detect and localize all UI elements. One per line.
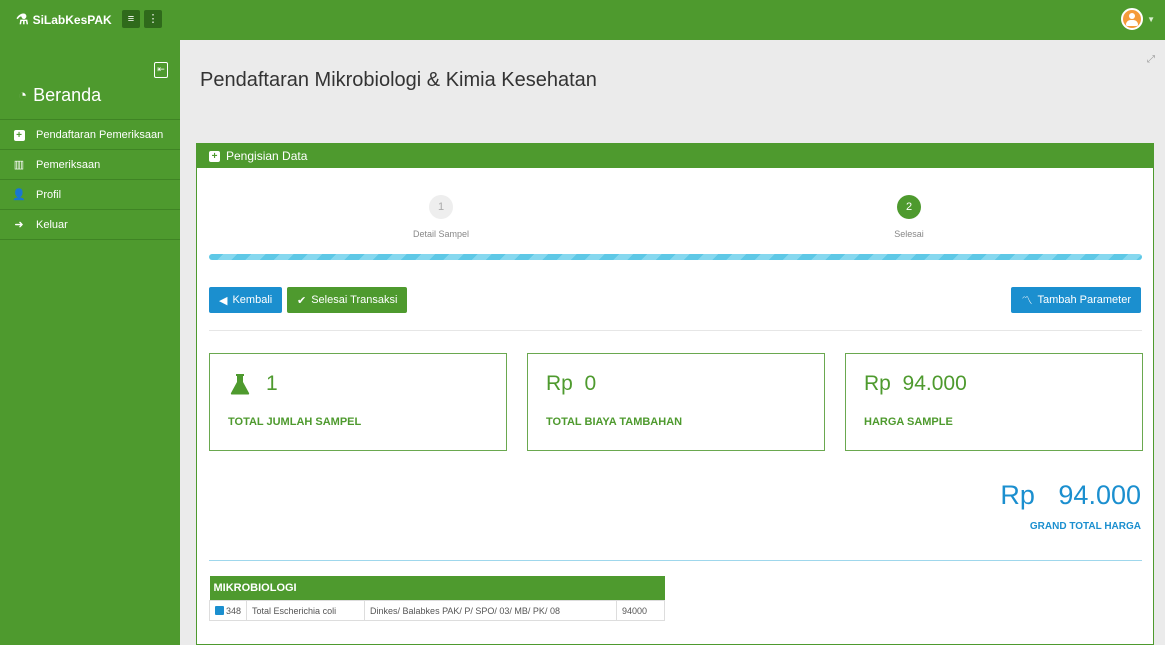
user-avatar-icon[interactable] [1121,8,1143,30]
panel-heading: + Pengisian Data [197,144,1153,168]
panel-heading-label: Pengisian Data [226,149,308,163]
currency-label: Rp [864,372,891,395]
sidebar-item-label: Keluar [36,218,68,231]
sidebar-item-pemeriksaan[interactable]: ▥ Pemeriksaan [0,150,180,180]
card-additional-cost: Rp 0 TOTAL BIAYA TAMBAHAN [527,353,825,451]
sidebar-item-pendaftaran[interactable]: + Pendaftaran Pemeriksaan [0,120,180,150]
step-number: 2 [897,195,921,219]
grand-total-caption: GRAND TOTAL HARGA [1029,521,1141,532]
grand-total-value: 94.000 [1058,480,1141,510]
sidebar-item-label: Pendaftaran Pemeriksaan [36,128,164,141]
flask-logo-icon: ⚗ [16,11,29,27]
sidebar-item-beranda[interactable]: ◔ Beranda [18,85,101,106]
fullscreen-icon[interactable]: ⤢ [1147,54,1155,65]
step-label: Detail Sampel [412,229,470,239]
brand[interactable]: ⚗ SiLabKesPAK [16,11,112,28]
back-button[interactable]: ◀ Kembali [209,287,283,313]
chevron-down-icon[interactable]: ▼ [1147,15,1155,24]
arrow-left-circle-icon: ◀ [219,294,228,307]
logout-icon: ➜ [14,219,24,231]
table-row: 348 Total Escherichia coli Dinkes/ Balab… [208,600,665,621]
sidebar-title-label: Beranda [33,85,102,105]
card-caption: TOTAL JUMLAH SAMPEL [228,416,362,428]
back-button-label: Kembali [232,294,273,306]
grand-total-value-row: Rp 94.000 [1000,480,1141,511]
add-parameter-button[interactable]: 〽 Tambah Parameter [1011,287,1141,313]
table-title: MIKROBIOLOGI [209,576,665,601]
row-id: 348 [226,605,242,616]
plus-square-icon: + [209,150,220,162]
card-sample-price: Rp 94.000 HARGA SAMPLE [845,353,1143,451]
plus-square-icon: + [12,129,26,141]
sidebar-toggle-icon[interactable]: ⇤ [154,62,168,78]
vertical-dots-icon[interactable]: ⋮ [144,10,162,28]
step-detail-sampel[interactable]: 1 Detail Sampel [381,195,501,239]
step-label: Selesai [894,229,924,239]
row-checkbox[interactable] [215,605,224,615]
card-caption: TOTAL BIAYA TAMBAHAN [546,416,683,428]
page-title: Pendaftaran Mikrobiologi & Kimia Kesehat… [200,69,597,91]
grand-total: Rp 94.000 GRAND TOTAL HARGA [1000,480,1141,532]
card-caption: HARGA SAMPLE [864,416,953,428]
divider [209,560,1142,561]
flask-icon [230,374,250,395]
step-number: 1 [429,195,453,219]
chart-line-icon: 〽 [1021,295,1033,307]
table-cell-name: Total Escherichia coli [246,600,366,621]
card-value: 94.000 [902,372,967,395]
card-value: 1 [266,372,278,395]
dashboard-icon: ◔ [18,87,28,104]
add-parameter-label: Tambah Parameter [1037,294,1131,306]
sidebar-item-keluar[interactable]: ➜ Keluar [0,210,180,240]
divider [209,330,1142,331]
sidebar-header: ⇤ ◔ Beranda [0,40,180,120]
card-value-row: Rp 94.000 [864,372,967,396]
table-cell-method: Dinkes/ Balabkes PAK/ P/ SPO/ 03/ MB/ PK… [364,600,618,621]
top-navbar: ⚗ SiLabKesPAK ≡ ⋮ ▼ [0,0,1165,40]
currency-label: Rp [546,372,573,395]
hamburger-icon[interactable]: ≡ [122,10,140,28]
sidebar-item-label: Pemeriksaan [36,158,101,171]
brand-name: SiLabKesPAK [32,12,112,27]
card-value: 0 [584,372,597,395]
step-selesai[interactable]: 2 Selesai [849,195,969,239]
columns-icon: ▥ [13,159,25,171]
data-entry-panel: + Pengisian Data 1 Detail Sampel 2 Seles… [196,143,1154,645]
check-icon: ✔ [297,294,307,307]
microbiology-table: MIKROBIOLOGI 348 Total Escherichia coli … [208,576,665,621]
sidebar-item-profil[interactable]: 👤 Profil [0,180,180,210]
finish-button-label: Selesai Transaksi [311,294,398,306]
finish-transaction-button[interactable]: ✔ Selesai Transaksi [287,287,408,313]
sidebar-item-label: Profil [36,188,62,201]
currency-label: Rp [1000,480,1035,510]
card-total-samples: 1 TOTAL JUMLAH SAMPEL [209,353,507,451]
card-value-row: Rp 0 [546,372,596,396]
user-icon: 👤 [12,189,26,201]
sidebar: ⇤ ◔ Beranda + Pendaftaran Pemeriksaan ▥ … [0,40,180,645]
table-cell-price: 94000 [616,600,665,621]
step-progress-bar [209,254,1142,260]
page-header: Pendaftaran Mikrobiologi & Kimia Kesehat… [180,40,1165,120]
table-cell-id: 348 [208,600,248,621]
